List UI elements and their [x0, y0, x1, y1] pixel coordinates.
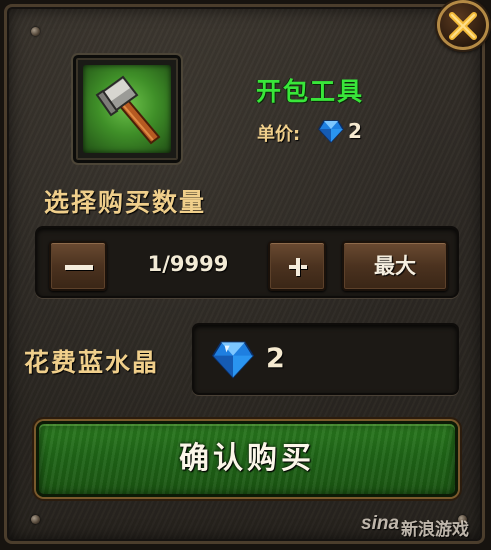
increase-quantity-button[interactable] — [268, 241, 326, 291]
quantity-value: 1/9999 — [147, 252, 229, 276]
minus-icon — [65, 265, 93, 270]
hammer-icon — [95, 75, 161, 145]
close-button[interactable] — [437, 0, 489, 50]
rivet-top-left — [31, 27, 40, 36]
confirm-purchase-button[interactable]: 确认购买 — [36, 421, 458, 497]
quantity-title: 选择购买数量 — [44, 188, 207, 217]
max-quantity-button[interactable]: 最大 — [342, 241, 448, 291]
blue-crystal-icon — [211, 341, 255, 379]
watermark-logo: sina — [361, 513, 400, 534]
unit-price-label: 单价: — [257, 124, 301, 145]
decrease-quantity-button[interactable] — [49, 241, 107, 291]
watermark-text: 新浪游戏 — [401, 520, 469, 540]
unit-price-value: 2 — [348, 119, 362, 143]
cost-value: 2 — [266, 343, 285, 374]
item-name: 开包工具 — [256, 77, 365, 106]
rivet-bottom-left — [31, 515, 40, 524]
item-icon-frame — [73, 55, 181, 163]
item-icon-background — [83, 65, 171, 153]
cost-label: 花费蓝水晶 — [24, 348, 160, 377]
blue-crystal-icon — [318, 120, 344, 144]
close-icon — [449, 12, 477, 40]
watermark: sina 新浪游戏 — [361, 511, 487, 543]
